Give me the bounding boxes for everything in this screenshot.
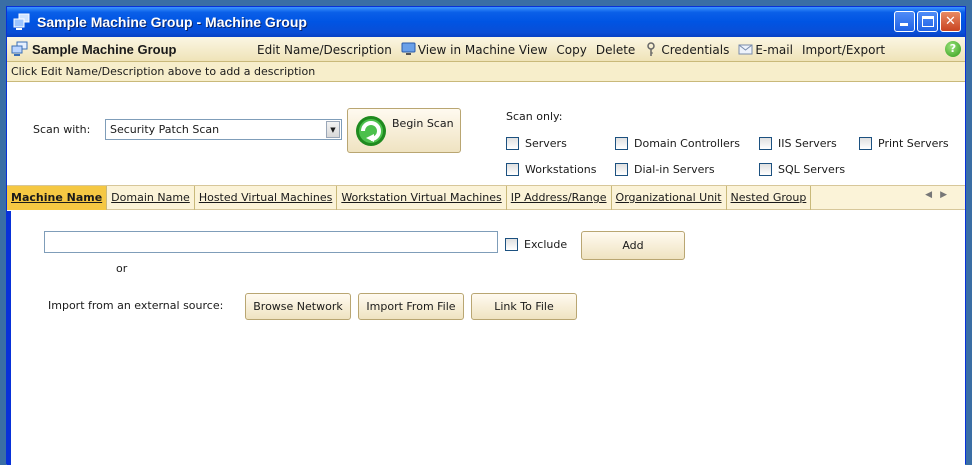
view-in-machine-view-menu[interactable]: View in Machine View [401, 42, 548, 57]
menu-label: Edit Name/Description [257, 42, 392, 57]
description-bar: Click Edit Name/Description above to add… [7, 62, 965, 82]
close-icon: ✕ [945, 14, 956, 29]
checkbox-label: Workstations [525, 163, 597, 176]
or-label: or [116, 262, 128, 275]
maximize-button[interactable] [917, 11, 938, 32]
scan-panel: Scan with: Security Patch Scan ▼ Begin S… [7, 83, 965, 184]
checkbox-label: Print Servers [878, 137, 949, 150]
delete-menu[interactable]: Delete [596, 43, 635, 57]
dial-in-servers-checkbox[interactable]: Dial-in Servers [615, 163, 715, 176]
group-name: Sample Machine Group [32, 41, 177, 57]
iis-servers-checkbox[interactable]: IIS Servers [759, 137, 837, 150]
print-servers-checkbox[interactable]: Print Servers [859, 137, 949, 150]
email-icon [738, 42, 753, 57]
checkbox-box[interactable] [506, 163, 519, 176]
begin-scan-label: Begin Scan [392, 117, 454, 130]
domain-controllers-checkbox[interactable]: Domain Controllers [615, 137, 740, 150]
add-button[interactable]: Add [581, 231, 685, 260]
email-menu[interactable]: E-mail [738, 42, 793, 57]
scan-type-dropdown[interactable]: Security Patch Scan ▼ [105, 119, 342, 140]
tab-strip: Machine Name Domain Name Hosted Virtual … [7, 185, 965, 210]
tab-nested-group[interactable]: Nested Group [727, 186, 812, 210]
machine-group-icon [13, 13, 31, 31]
checkbox-label: IIS Servers [778, 137, 837, 150]
checkbox-box[interactable] [759, 137, 772, 150]
browse-network-button[interactable]: Browse Network [245, 293, 351, 320]
checkbox-box[interactable] [615, 163, 628, 176]
tab-machine-name[interactable]: Machine Name [7, 186, 108, 210]
checkbox-box[interactable] [859, 137, 872, 150]
tab-organizational-unit[interactable]: Organizational Unit [612, 186, 727, 210]
menu-label: Delete [595, 42, 636, 57]
tab-scroll-arrows-icon[interactable]: ◀▶ [925, 190, 955, 200]
key-icon [644, 42, 659, 57]
tab-content-panel: Exclude Add or Import from an external s… [7, 211, 965, 465]
import-from-file-button[interactable]: Import From File [358, 293, 464, 320]
tab-ip-address-range[interactable]: IP Address/Range [507, 186, 612, 210]
machine-group-icon [11, 41, 28, 57]
main-window: Sample Machine Group - Machine Group ✕ S… [6, 6, 966, 465]
group-header: Sample Machine Group [11, 41, 176, 57]
scan-refresh-icon [354, 114, 388, 148]
import-export-menu[interactable]: Import/Export [802, 43, 885, 57]
window-title: Sample Machine Group - Machine Group [37, 14, 307, 30]
exclude-label: Exclude [524, 238, 568, 251]
minimize-icon [900, 23, 908, 26]
checkbox-label: Servers [525, 137, 567, 150]
menu-label: E-mail [755, 42, 793, 57]
scan-only-label: Scan only: [506, 110, 563, 123]
edit-name-description-menu[interactable]: Edit Name/Description [257, 43, 392, 57]
sql-servers-checkbox[interactable]: SQL Servers [759, 163, 845, 176]
menu-bar: Sample Machine Group Edit Name/Descripti… [7, 37, 965, 62]
scan-with-label: Scan with: [33, 123, 91, 136]
exclude-checkbox[interactable]: Exclude [505, 238, 567, 251]
machine-name-input[interactable] [44, 231, 498, 253]
maximize-icon [922, 16, 934, 27]
begin-scan-button[interactable]: Begin Scan [347, 108, 461, 153]
tab-domain-name[interactable]: Domain Name [107, 186, 195, 210]
scan-type-value: Security Patch Scan [110, 123, 220, 136]
checkbox-label: Dial-in Servers [634, 163, 715, 176]
title-bar[interactable]: Sample Machine Group - Machine Group ✕ [7, 7, 965, 37]
credentials-menu[interactable]: Credentials [644, 42, 729, 57]
copy-menu[interactable]: Copy [556, 43, 586, 57]
workstations-checkbox[interactable]: Workstations [506, 163, 596, 176]
minimize-button[interactable] [894, 11, 915, 32]
checkbox-label: Domain Controllers [634, 137, 741, 150]
link-to-file-button[interactable]: Link To File [471, 293, 577, 320]
close-button[interactable]: ✕ [940, 11, 961, 32]
dropdown-arrow-icon[interactable]: ▼ [326, 121, 340, 138]
checkbox-label: SQL Servers [778, 163, 846, 176]
import-source-label: Import from an external source: [48, 299, 224, 312]
checkbox-box[interactable] [506, 137, 519, 150]
menu-label: Copy [556, 42, 587, 57]
monitor-icon [401, 42, 416, 57]
menu-label: Import/Export [801, 42, 886, 57]
tab-workstation-virtual-machines[interactable]: Workstation Virtual Machines [337, 186, 507, 210]
checkbox-box[interactable] [759, 163, 772, 176]
help-icon[interactable]: ? [945, 41, 961, 57]
menu-label: Credentials [661, 42, 730, 57]
menu-items: Edit Name/Description View in Machine Vi… [257, 37, 894, 62]
servers-checkbox[interactable]: Servers [506, 137, 567, 150]
tab-hosted-virtual-machines[interactable]: Hosted Virtual Machines [195, 186, 338, 210]
checkbox-box[interactable] [505, 238, 518, 251]
checkbox-box[interactable] [615, 137, 628, 150]
menu-label: View in Machine View [417, 42, 548, 57]
